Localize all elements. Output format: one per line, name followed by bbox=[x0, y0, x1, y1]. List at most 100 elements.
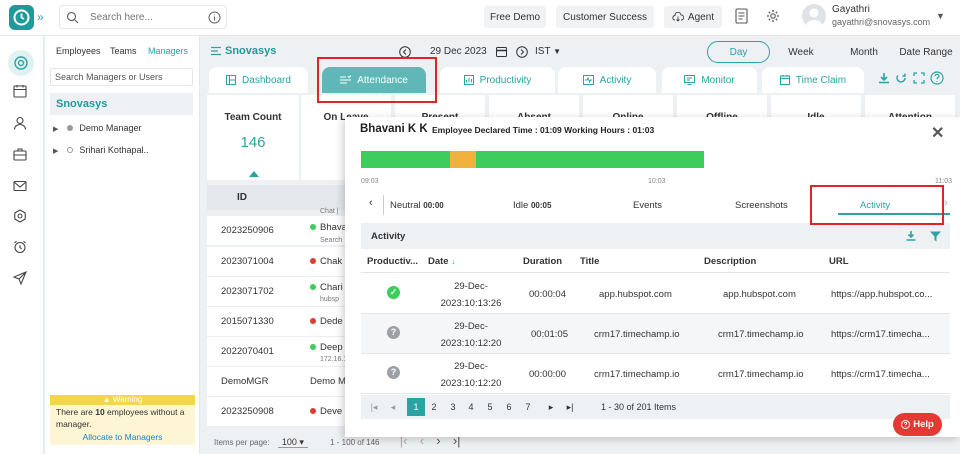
row-date: 29-Dec- 2023:10:12:20 bbox=[440, 321, 502, 349]
items-summary: 1 - 30 of 201 Items bbox=[601, 402, 677, 412]
col-duration[interactable]: Duration bbox=[523, 256, 562, 267]
subtab-prev-icon[interactable]: ‹ bbox=[369, 197, 373, 209]
document-icon[interactable] bbox=[735, 8, 748, 24]
page-2-button[interactable]: 2 bbox=[425, 398, 443, 416]
activity-row[interactable]: ? 29-Dec- 2023:10:12:20 00:00:00 crm17.ti… bbox=[361, 354, 950, 394]
table-row[interactable]: 2023071004 Chak bbox=[207, 247, 345, 277]
range-date-button[interactable]: Date Range bbox=[896, 41, 956, 63]
items-per-page-select[interactable]: 100 ▾ bbox=[277, 437, 308, 448]
user-avatar[interactable] bbox=[802, 4, 826, 28]
nav-alarm-icon[interactable] bbox=[13, 240, 27, 254]
nav-dashboard-icon[interactable] bbox=[8, 50, 34, 76]
page-5-button[interactable]: 5 bbox=[481, 398, 499, 416]
range-month-button[interactable]: Month bbox=[842, 41, 886, 63]
refresh-icon[interactable] bbox=[895, 72, 907, 84]
close-icon[interactable]: ✕ bbox=[931, 123, 944, 143]
stat-team-count[interactable]: Team Count 146 bbox=[207, 95, 299, 180]
timezone-select[interactable]: IST ▼ bbox=[535, 46, 561, 57]
tab-activity[interactable]: Activity bbox=[558, 67, 656, 93]
table-row[interactable]: Chat | 2023250906 Bhava Search bbox=[207, 208, 347, 246]
table-header-id[interactable]: ID bbox=[207, 185, 345, 210]
table-row[interactable]: 2015071330 Dede bbox=[207, 307, 345, 337]
col-description[interactable]: Description bbox=[704, 256, 756, 267]
first-page-icon[interactable]: |◂ bbox=[365, 398, 383, 416]
status-dot-icon bbox=[310, 258, 316, 264]
tree-item-demo-manager[interactable]: ▶ Demo Manager bbox=[53, 123, 141, 133]
page-6-button[interactable]: 6 bbox=[500, 398, 518, 416]
org-name[interactable]: Snovasys bbox=[50, 93, 193, 115]
col-date[interactable]: Date ↓ bbox=[428, 256, 455, 267]
user-name[interactable]: Gayathri bbox=[832, 4, 870, 15]
menu-lines-icon[interactable] bbox=[211, 46, 221, 56]
info-icon[interactable] bbox=[208, 11, 221, 24]
collapse-arrow-icon[interactable] bbox=[249, 171, 259, 177]
table-row[interactable]: 2022070401 Deep 172.16.1 bbox=[207, 337, 347, 367]
tab-dashboard[interactable]: Dashboard bbox=[209, 67, 308, 93]
user-menu-caret-icon[interactable]: ▼ bbox=[936, 11, 945, 21]
row-url[interactable]: https://crm17.timecha... bbox=[831, 369, 930, 380]
tab-employees[interactable]: Employees bbox=[56, 46, 101, 56]
tree-label: Demo Manager bbox=[79, 123, 142, 133]
subtab-idle[interactable]: Idle 00:05 bbox=[513, 200, 551, 211]
tab-productivity[interactable]: Productivity bbox=[440, 67, 555, 93]
tab-monitor[interactable]: Monitor bbox=[662, 67, 757, 93]
calendar-icon[interactable] bbox=[496, 46, 507, 57]
next-date-icon[interactable] bbox=[516, 46, 528, 58]
allocate-managers-link[interactable]: Allocate to Managers bbox=[50, 431, 195, 443]
subtab-screenshots[interactable]: Screenshots bbox=[735, 200, 788, 211]
nav-calendar-icon[interactable] bbox=[13, 84, 27, 98]
col-title[interactable]: Title bbox=[580, 256, 599, 267]
help-button[interactable]: Help bbox=[893, 413, 942, 436]
range-day-button[interactable]: Day bbox=[707, 41, 770, 63]
activity-row[interactable]: ✓ 29-Dec- 2023:10:13:26 00:00:04 app.hubs… bbox=[361, 274, 950, 314]
expand-sidebar-icon[interactable]: » bbox=[37, 10, 44, 24]
customer-success-button[interactable]: Customer Success bbox=[556, 6, 654, 28]
timeline-idle-segment[interactable] bbox=[450, 151, 476, 168]
free-demo-button[interactable]: Free Demo bbox=[484, 6, 546, 28]
selected-date[interactable]: 29 Dec 2023 bbox=[430, 46, 487, 57]
table-row[interactable]: 2023250908 Deve bbox=[207, 397, 345, 427]
next-page-icon[interactable]: ▸ bbox=[542, 398, 560, 416]
page-4-button[interactable]: 4 bbox=[462, 398, 480, 416]
agent-button[interactable]: Agent bbox=[664, 6, 722, 28]
nav-briefcase-icon[interactable] bbox=[13, 147, 27, 161]
prev-page-icon[interactable]: ◂ bbox=[384, 398, 402, 416]
search-input[interactable] bbox=[90, 10, 200, 25]
range-week-button[interactable]: Week bbox=[780, 41, 822, 63]
nav-mail-icon[interactable] bbox=[13, 179, 27, 193]
tab-managers[interactable]: Managers bbox=[148, 46, 188, 56]
row-url[interactable]: https://app.hubspot.co... bbox=[831, 289, 932, 300]
app-logo[interactable] bbox=[9, 5, 34, 30]
page-3-button[interactable]: 3 bbox=[444, 398, 462, 416]
manager-search-input[interactable]: Search Managers or Users bbox=[50, 68, 193, 86]
table-row[interactable]: DemoMGR Demo M bbox=[207, 367, 346, 397]
settings-gear-icon[interactable] bbox=[766, 9, 780, 23]
expand-caret-icon[interactable]: ▶ bbox=[53, 148, 58, 155]
col-url[interactable]: URL bbox=[829, 256, 849, 267]
row-url[interactable]: https://crm17.timecha... bbox=[831, 329, 930, 340]
subtab-neutral[interactable]: Neutral 00:00 bbox=[390, 200, 444, 211]
tab-label: Monitor bbox=[701, 74, 735, 86]
last-page-icon[interactable]: ▸| bbox=[561, 398, 579, 416]
tab-teams[interactable]: Teams bbox=[110, 46, 137, 56]
tree-item-srihari[interactable]: ▶ Srihari Kothapal.. bbox=[53, 145, 148, 155]
table-row[interactable]: 2023071702 Chari hubsp bbox=[207, 277, 345, 307]
help-circle-icon[interactable] bbox=[930, 71, 944, 85]
activity-row[interactable]: ? 29-Dec- 2023:10:12:20 00:01:05 crm17.ti… bbox=[361, 314, 950, 354]
expand-caret-icon[interactable]: ▶ bbox=[53, 126, 58, 133]
export-download-icon[interactable] bbox=[906, 231, 916, 241]
timeline-bar[interactable] bbox=[361, 151, 704, 168]
page-7-button[interactable]: 7 bbox=[519, 398, 537, 416]
nav-send-icon[interactable] bbox=[13, 271, 27, 285]
download-icon[interactable] bbox=[878, 72, 890, 84]
tab-time-claim[interactable]: Time Claim bbox=[762, 67, 864, 93]
page-1-button[interactable]: 1 bbox=[407, 398, 425, 416]
fullscreen-icon[interactable] bbox=[913, 72, 925, 84]
nav-user-icon[interactable] bbox=[13, 116, 27, 130]
subtab-events[interactable]: Events bbox=[633, 200, 662, 211]
subtab-next-icon[interactable]: › bbox=[944, 197, 948, 209]
global-search[interactable] bbox=[59, 5, 227, 29]
filter-funnel-icon[interactable] bbox=[930, 231, 941, 242]
nav-settings-icon[interactable] bbox=[13, 209, 27, 223]
col-productivity[interactable]: Productiv... bbox=[367, 256, 418, 267]
